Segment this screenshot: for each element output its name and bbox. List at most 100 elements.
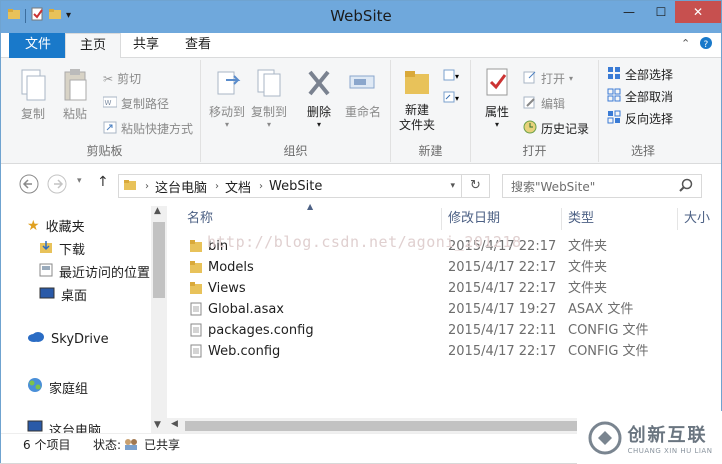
select-all-icon [607,66,621,83]
recent-locations-icon[interactable]: ▾ [77,176,82,186]
move-to-button[interactable]: 移动到 ▾ [207,66,247,129]
column-header-name[interactable]: 名称 [187,208,213,230]
new-item-button[interactable]: ▾ [443,68,459,85]
copy-button[interactable]: 复制 [15,68,51,122]
file-type: 文件夹 [568,281,608,296]
invert-selection-button[interactable]: 反向选择 [607,110,673,127]
nav-desktop-label: 桌面 [61,289,88,304]
refresh-icon: ↻ [470,178,481,193]
scroll-up-icon[interactable]: ▲ [154,206,161,216]
easy-access-button[interactable]: ▾ [443,90,459,107]
maximize-button[interactable]: ☐ [645,1,677,23]
tab-home[interactable]: 主页 [65,33,122,59]
svg-text:W: W [105,99,112,107]
scroll-left-icon[interactable]: ◀ [171,419,178,429]
downloads-icon [39,240,53,258]
new-group: 新建 文件夹 ▾ ▾ 新建 [391,60,471,162]
close-button[interactable]: ✕ [675,1,721,23]
computer-icon [27,420,43,433]
scroll-down-icon[interactable]: ▼ [154,420,161,430]
chevron-right-icon[interactable]: › [215,181,219,192]
horizontal-scrollbar-thumb[interactable] [185,421,577,431]
file-type: 文件夹 [568,260,608,275]
svg-text:?: ? [704,40,709,50]
column-header-type[interactable]: 类型 [568,208,594,230]
nav-recent[interactable]: 最近访问的位置 [39,262,150,281]
help-icon[interactable]: ? [699,36,713,53]
copy-path-button[interactable]: W 复制路径 [102,95,169,112]
file-name: Web.config [208,344,281,359]
nav-scrollbar-thumb[interactable] [153,222,165,298]
nav-homegroup[interactable]: 家庭组 [27,377,88,397]
up-button[interactable]: ↑ [97,174,109,190]
tab-file[interactable]: 文件 [9,33,68,58]
ribbon: 复制 粘贴 ✂剪切 W 复制路径 粘贴快捷方式 剪贴板 移动到 ▾ 复制到 ▾ [1,58,721,164]
copy-label: 复制 [20,107,45,121]
rename-button[interactable]: 重命名 [341,66,385,120]
properties-icon [486,68,508,96]
paste-icon [64,69,87,101]
table-row[interactable]: Web.config 2015/4/17 22:17 CONFIG 文件 [167,341,721,362]
copy-to-button[interactable]: 复制到 ▾ [249,66,289,129]
nav-desktop[interactable]: 桌面 [39,285,87,304]
address-dropdown-icon[interactable]: ▾ [450,181,455,191]
breadcrumb-this-pc[interactable]: 这台电脑 [155,177,207,196]
logo: 创新互联 CHUANG XIN HU LIAN [577,411,722,464]
item-count: 6 个项目 [23,438,71,452]
cut-button[interactable]: ✂ 剪切 [103,70,141,87]
chevron-right-icon[interactable]: › [259,181,263,192]
homegroup-icon [27,377,43,397]
select-group-label: 选择 [630,144,655,158]
table-row[interactable]: Views 2015/4/17 22:17 文件夹 [167,278,721,299]
breadcrumb-website[interactable]: WebSite [269,179,322,194]
new-folder-label: 新建 文件夹 [398,103,435,132]
address-bar[interactable]: › 这台电脑 › 文档 › WebSite ▾ [118,174,462,198]
select-none-icon [607,88,621,105]
new-folder-button[interactable]: 新建 文件夹 [393,66,441,133]
folder-icon [123,178,137,195]
nav-favorites[interactable]: ★ 收藏夹 [27,216,85,236]
search-input[interactable]: 搜索"WebSite" [502,174,702,198]
desktop-icon [39,286,55,304]
paste-shortcut-button[interactable]: 粘贴快捷方式 [103,120,193,137]
refresh-button[interactable]: ↻ [462,174,490,198]
edit-button[interactable]: 编辑 [523,95,565,112]
select-all-button[interactable]: 全部选择 [607,66,673,83]
table-row[interactable]: packages.config 2015/4/17 22:11 CONFIG 文… [167,320,721,341]
history-label: 历史记录 [541,122,590,136]
file-icon [189,344,203,365]
table-row[interactable]: Models 2015/4/17 22:17 文件夹 [167,257,721,278]
history-button[interactable]: 历史记录 [523,120,589,137]
tab-view[interactable]: 查看 [171,33,225,58]
status-value: 已共享 [144,438,181,452]
open-button[interactable]: 打开 ▾ [523,70,573,87]
new-item-icon: ▾ [443,68,459,85]
title-bar: ▾ WebSite — ☐ ✕ [1,1,721,33]
select-none-button[interactable]: 全部取消 [607,88,673,105]
file-date: 2015/4/17 19:27 [448,302,557,317]
nav-downloads[interactable]: 下载 [39,239,85,258]
column-divider[interactable] [677,208,678,230]
paste-button[interactable]: 粘贴 [57,68,93,122]
column-header-date[interactable]: 修改日期 [448,208,500,230]
nav-this-pc[interactable]: 这台电脑 [27,420,101,433]
collapse-ribbon-icon[interactable]: ⌃ [681,37,690,50]
column-divider[interactable] [441,208,442,230]
tab-share[interactable]: 共享 [119,33,173,58]
copy-path-icon: W [102,96,118,111]
file-type: CONFIG 文件 [568,323,649,338]
column-header-size[interactable]: 大小 [684,208,721,230]
clipboard-group: 复制 粘贴 ✂ 剪切 W 复制路径 粘贴快捷方式 剪贴板 [9,60,201,162]
table-row[interactable]: Global.asax 2015/4/17 19:27 ASAX 文件 [167,299,721,320]
shared-icon [123,437,139,454]
forward-button[interactable] [47,174,67,198]
minimize-button[interactable]: — [613,1,645,23]
back-button[interactable] [19,174,39,198]
properties-button[interactable]: 属性 ▾ [477,66,517,129]
paste-shortcut-label: 粘贴快捷方式 [121,122,194,136]
column-divider[interactable] [561,208,562,230]
chevron-right-icon[interactable]: › [145,181,149,192]
breadcrumb-documents[interactable]: 文档 [225,177,251,196]
nav-skydrive[interactable]: SkyDrive [27,331,109,347]
delete-button[interactable]: 删除 ▾ [299,66,339,129]
